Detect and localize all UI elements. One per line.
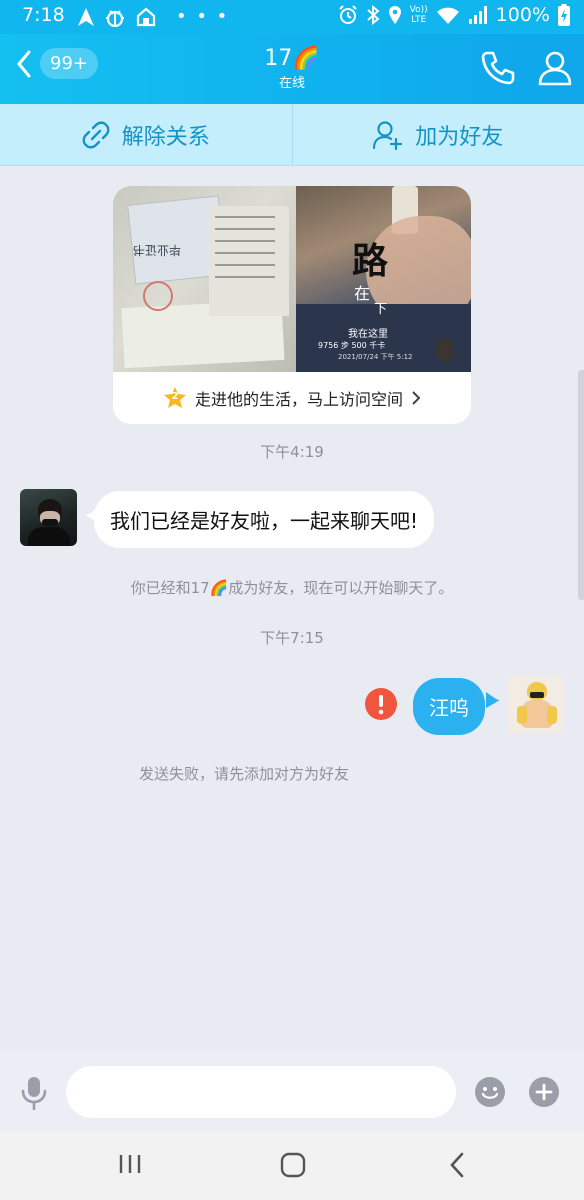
- timestamp-2: 下午7:15: [260, 629, 324, 647]
- battery-label: 100%: [495, 4, 550, 26]
- photo-date-label: 2021/07/24 下午 5:12: [338, 353, 413, 361]
- message-input-bar: [0, 1052, 584, 1132]
- profile-icon[interactable]: [538, 50, 572, 86]
- volte-icon: Vo)) LTE: [410, 5, 428, 25]
- incoming-message-text: 我们已经是好友啦，一起来聊天吧!: [110, 509, 419, 533]
- incoming-message-bubble[interactable]: 我们已经是好友啦，一起来聊天吧!: [94, 491, 435, 548]
- photo-small-char-2: 下: [374, 302, 388, 317]
- star-badge-number: 2: [171, 391, 179, 402]
- signal-icon: [468, 6, 487, 24]
- more-dots-icon: • • •: [176, 6, 230, 27]
- bluetooth-icon: [367, 5, 380, 25]
- add-friend-button[interactable]: 加为好友: [291, 104, 584, 165]
- edge-scroll-handle[interactable]: [578, 370, 584, 600]
- send-failed-notice: 发送失败，请先添加对方为好友: [138, 765, 349, 783]
- navigation-icon: [78, 7, 94, 26]
- status-time: 7:18: [22, 4, 65, 26]
- photo-big-char: 路: [352, 240, 389, 282]
- contact-avatar[interactable]: [20, 489, 77, 546]
- battery-charging-icon: [558, 4, 570, 26]
- outgoing-message-text: 汪呜: [429, 696, 469, 720]
- photo-steps-label: 9756 步 500 千卡: [318, 341, 386, 350]
- relationship-action-bar: 解除关系 加为好友: [0, 104, 584, 166]
- alarm-icon: [338, 5, 357, 24]
- location-icon: [388, 6, 401, 24]
- message-input[interactable]: [66, 1066, 456, 1118]
- certificate-text: 毕业证书: [133, 243, 182, 257]
- my-avatar[interactable]: [507, 676, 564, 733]
- add-user-icon: [373, 120, 403, 150]
- status-bar: 7:18 • • • Vo)) LTE 100%: [0, 0, 584, 34]
- add-friend-label: 加为好友: [415, 124, 504, 150]
- friend-added-notice: 你已经和17🌈成为好友，现在可以开始聊天了。: [130, 579, 454, 597]
- microphone-icon[interactable]: [20, 1076, 48, 1110]
- volte-bottom-label: LTE: [411, 15, 427, 25]
- emoji-icon[interactable]: [475, 1077, 505, 1107]
- remove-relation-button[interactable]: 解除关系: [0, 104, 292, 165]
- photo-location-label: 我在这里: [348, 329, 388, 340]
- back-nav-icon[interactable]: [448, 1152, 466, 1178]
- system-nav-bar: [0, 1132, 584, 1200]
- visit-space-link[interactable]: 2 走进他的生活，马上访问空间: [113, 372, 471, 424]
- profile-space-card[interactable]: 毕业证书 路 在 下 我在这里 9756 步 500 千卡 2021/07/24…: [113, 186, 471, 424]
- plus-icon[interactable]: [529, 1077, 559, 1107]
- volte-top-label: Vo)): [409, 5, 428, 15]
- chevron-right-icon: [412, 391, 421, 405]
- unlink-icon: [82, 121, 110, 148]
- star-badge-icon: 2: [163, 386, 187, 410]
- home-icon: [136, 7, 156, 26]
- certificate-photo: 毕业证书: [113, 186, 296, 372]
- chat-header: 99+ 17🌈 在线: [0, 34, 584, 104]
- visit-space-text: 走进他的生活，马上访问空间: [194, 390, 403, 409]
- outgoing-message-bubble[interactable]: 汪呜: [413, 678, 485, 735]
- recent-apps-icon[interactable]: [118, 1152, 142, 1176]
- remove-relation-label: 解除关系: [121, 124, 210, 150]
- send-error-icon[interactable]: [365, 688, 397, 720]
- outgoing-bubble-tail: [486, 692, 500, 708]
- selfie-photo: 路 在 下 我在这里 9756 步 500 千卡 2021/07/24 下午 5…: [296, 186, 471, 372]
- timestamp-1: 下午4:19: [260, 443, 324, 461]
- phone-icon[interactable]: [480, 50, 516, 86]
- bug-icon: [106, 9, 124, 27]
- wifi-icon: [436, 7, 459, 24]
- photo-small-char-1: 在: [354, 284, 371, 303]
- home-button-icon[interactable]: [280, 1152, 306, 1178]
